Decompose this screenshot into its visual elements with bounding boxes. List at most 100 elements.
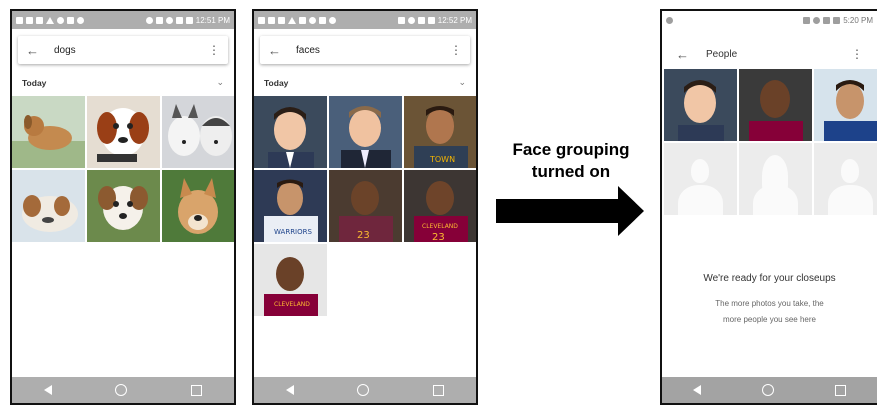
section-header: Today ⌄	[22, 77, 224, 88]
notification-icons	[258, 16, 336, 24]
chevron-down-icon[interactable]: ⌄	[216, 77, 224, 88]
phone-dogs-search: 12:51 PM ← dogs ⋮ Today ⌄	[10, 9, 236, 405]
notification-icon	[309, 16, 316, 24]
page-title: People	[706, 48, 738, 60]
system-icons: 12:51 PM	[145, 15, 230, 25]
nav-recents-icon[interactable]	[433, 384, 445, 396]
status-time: 5:20 PM	[843, 15, 873, 25]
arrow-left-icon[interactable]: ←	[676, 47, 692, 62]
dog-photo-3[interactable]	[162, 96, 234, 168]
dog-photo-1[interactable]	[12, 96, 85, 168]
notification-icon	[16, 16, 23, 24]
notification-icon	[67, 16, 74, 24]
caption: Face grouping turned on	[496, 139, 646, 183]
svg-text:WARRIORS: WARRIORS	[274, 228, 312, 236]
notification-icons	[666, 16, 673, 24]
battery-icon	[833, 16, 841, 24]
search-bar[interactable]: ← dogs ⋮	[18, 36, 228, 64]
face-photo-3[interactable]: TOWN	[404, 96, 476, 168]
section-header: Today ⌄	[264, 77, 466, 88]
notification-icon	[258, 16, 265, 24]
battery-icon	[185, 16, 193, 24]
notification-icon	[57, 16, 64, 24]
svg-text:TOWN: TOWN	[429, 155, 455, 164]
notification-icon	[329, 16, 336, 24]
face-photo-7[interactable]: CLEVELAND	[254, 244, 327, 316]
person-tile-1[interactable]	[664, 69, 737, 141]
notification-icon	[268, 16, 275, 24]
phone-faces-search: 12:52 PM ← faces ⋮ Today ⌄ TOWN WARRIORS…	[252, 9, 478, 405]
signal-icon	[175, 16, 183, 24]
svg-text:CLEVELAND: CLEVELAND	[422, 223, 458, 230]
dog-photo-4[interactable]	[12, 170, 85, 242]
caption-line-1: Face grouping	[512, 140, 630, 159]
dog-photo-5[interactable]	[87, 170, 160, 242]
nav-bar	[662, 377, 877, 403]
nav-back-icon[interactable]	[692, 385, 701, 395]
right-arrow-icon	[496, 186, 644, 236]
system-icons: 12:52 PM	[397, 15, 472, 25]
svg-text:CLEVELAND: CLEVELAND	[274, 301, 310, 308]
empty-state-line-2: more people you see here	[723, 315, 816, 324]
notification-icon	[77, 16, 84, 24]
status-time: 12:51 PM	[195, 15, 230, 25]
nav-back-icon[interactable]	[285, 385, 294, 395]
person-placeholder-1	[664, 143, 737, 215]
arrow-left-icon[interactable]: ←	[268, 43, 284, 58]
wifi-icon	[407, 16, 415, 24]
face-photo-6[interactable]: CLEVELAND 23	[404, 170, 476, 242]
status-bar: 12:52 PM	[254, 11, 476, 29]
status-time: 12:52 PM	[437, 15, 472, 25]
phone-people: 5:20 PM ← People ⋮ We're ready for your …	[660, 9, 877, 405]
dog-photo-2[interactable]	[87, 96, 160, 168]
section-label: Today	[22, 77, 47, 88]
person-placeholder-2	[739, 143, 812, 215]
nav-bar	[12, 377, 234, 403]
empty-state-line-1: The more photos you take, the	[715, 299, 824, 308]
location-icon	[145, 16, 153, 24]
more-vert-icon[interactable]: ⋮	[450, 44, 462, 56]
warning-icon	[46, 16, 54, 24]
notification-icon	[666, 16, 673, 24]
svg-text:23: 23	[357, 230, 370, 241]
more-vert-icon[interactable]: ⋮	[851, 48, 863, 60]
nav-back-icon[interactable]	[43, 385, 52, 395]
search-query[interactable]: dogs	[54, 45, 76, 56]
notification-icon	[26, 16, 33, 24]
face-photo-5[interactable]: 23	[329, 170, 402, 242]
dog-photo-6[interactable]	[162, 170, 234, 242]
image-icon	[299, 16, 306, 24]
person-tile-3[interactable]	[814, 69, 877, 141]
more-vert-icon[interactable]: ⋮	[208, 44, 220, 56]
wifi-icon	[165, 16, 173, 24]
face-photo-1[interactable]	[254, 96, 327, 168]
nav-home-icon[interactable]	[761, 384, 774, 396]
signal-icon	[823, 16, 831, 24]
nav-home-icon[interactable]	[357, 384, 370, 396]
search-bar[interactable]: ← faces ⋮	[260, 36, 470, 64]
arrow-left-icon[interactable]: ←	[26, 43, 42, 58]
status-bar: 5:20 PM	[662, 11, 877, 29]
nav-recents-icon[interactable]	[835, 384, 847, 396]
nav-home-icon[interactable]	[115, 384, 128, 396]
face-photo-2[interactable]	[329, 96, 402, 168]
section-label: Today	[264, 77, 289, 88]
empty-state-subtitle: The more photos you take, the more peopl…	[662, 296, 877, 328]
nav-recents-icon[interactable]	[191, 384, 203, 396]
system-icons: 5:20 PM	[803, 16, 873, 25]
status-bar: 12:51 PM	[12, 11, 234, 29]
mute-icon	[803, 16, 811, 24]
face-photo-4[interactable]: WARRIORS	[254, 170, 327, 242]
vibrate-icon	[397, 16, 405, 24]
search-query[interactable]: faces	[296, 45, 320, 56]
caption-line-2: turned on	[531, 162, 611, 181]
chevron-down-icon[interactable]: ⌄	[458, 77, 466, 88]
signal-icon	[417, 16, 425, 24]
notification-icon	[319, 16, 326, 24]
notification-icon	[278, 16, 285, 24]
empty-state-title: We're ready for your closeups	[703, 273, 836, 284]
notification-icon	[36, 16, 43, 24]
person-tile-2[interactable]	[739, 69, 812, 141]
battery-icon	[427, 16, 435, 24]
person-placeholder-3	[814, 143, 877, 215]
